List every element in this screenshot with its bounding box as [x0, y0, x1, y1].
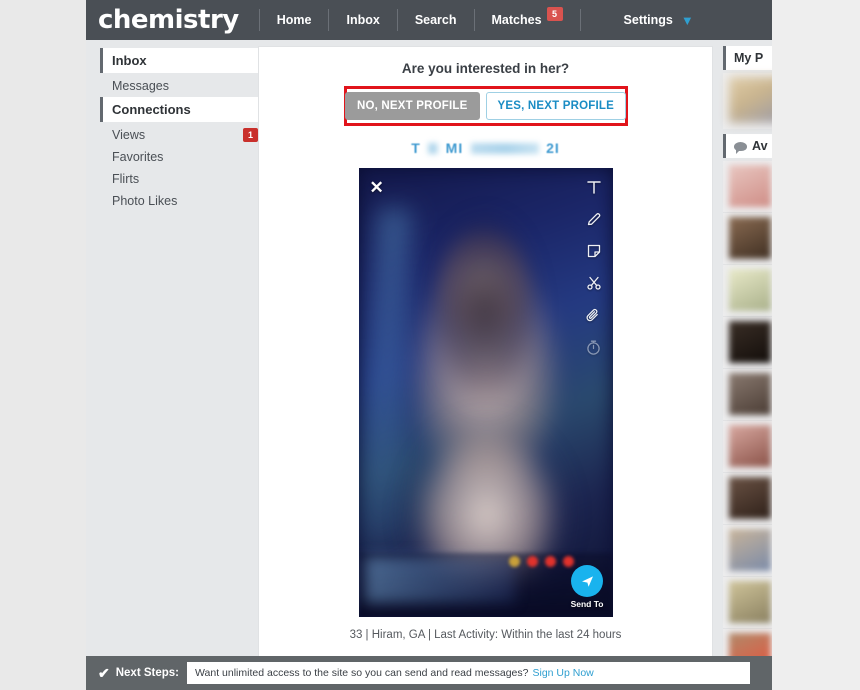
send-arrow-icon	[571, 565, 604, 597]
scissors-crop-icon[interactable]	[584, 273, 604, 293]
profile-name-suffix: 2I	[546, 140, 560, 156]
left-sidebar: Inbox Messages Connections Views 1 Favor…	[100, 48, 264, 212]
avatar-thumb-6[interactable]	[729, 425, 771, 467]
avatar-thumb-2[interactable]	[729, 217, 771, 259]
avatar-thumb-7[interactable]	[729, 477, 771, 519]
sidebar-header-connections[interactable]: Connections	[100, 97, 264, 122]
avatar-thumb-row	[723, 421, 772, 473]
photo-bottom-thumbnail-blur	[364, 557, 515, 603]
send-to-button[interactable]: Send To	[571, 565, 604, 609]
right-gutter	[772, 0, 860, 690]
matches-badge: 5	[546, 7, 563, 21]
site-viewport: chemistry Home Inbox Search Matches 5 Se…	[86, 0, 772, 690]
sidebar-item-favorites-label: Favorites	[112, 150, 164, 164]
sidebar-item-messages[interactable]: Messages	[100, 75, 264, 97]
next-steps-label: Next Steps:	[115, 667, 180, 679]
avatar-thumb-5[interactable]	[729, 373, 771, 415]
right-sidebar-header-my-profile[interactable]: My P	[723, 46, 772, 70]
views-badge: 1	[242, 128, 258, 142]
nav-item-settings-label: Settings	[623, 13, 673, 27]
sidebar-item-flirts-label: Flirts	[112, 172, 140, 186]
screenshot-root: chemistry Home Inbox Search Matches 5 Se…	[0, 0, 860, 690]
interest-question: Are you interested in her?	[401, 61, 570, 76]
avatar-thumb-4[interactable]	[729, 321, 771, 363]
avatar-thumb-9[interactable]	[729, 581, 771, 623]
sidebar-item-flirts[interactable]: Flirts	[100, 168, 264, 190]
photo-status-dot-2	[526, 556, 538, 567]
nav-item-settings[interactable]: Settings ▼	[607, 0, 711, 40]
nav-item-inbox-label: Inbox	[346, 13, 380, 27]
nav-item-matches-label: Matches	[491, 13, 542, 27]
right-sidebar-header-available[interactable]: Av	[723, 134, 772, 158]
profile-photo[interactable]: ✕ Send To	[358, 168, 613, 617]
avatar-thumb-row	[723, 577, 772, 629]
next-steps-message: Want unlimited access to the site so you…	[195, 667, 529, 679]
yes-next-profile-button[interactable]: YES, NEXT PROFILE	[485, 92, 627, 120]
sidebar-header-inbox-label: Inbox	[112, 53, 147, 68]
avatar-thumb-row	[723, 213, 772, 265]
nav-item-search[interactable]: Search	[398, 0, 474, 40]
right-sidebar-available-label: Av	[752, 139, 768, 153]
right-sidebar: My P Av	[723, 46, 772, 690]
sidebar-item-views-label: Views	[112, 128, 146, 142]
profile-name-redacted[interactable]: T MI 2I	[259, 140, 712, 158]
chat-bubble-icon	[734, 141, 747, 154]
nav-item-home[interactable]: Home	[260, 0, 329, 40]
nav-item-home-label: Home	[276, 13, 312, 27]
available-thumbnail-list	[723, 161, 772, 690]
profile-meta-line: 33 | Hiram, GA | Last Activity: Within t…	[349, 629, 622, 641]
close-x-icon[interactable]: ✕	[370, 179, 384, 196]
profile-name-prefix: T	[411, 140, 421, 156]
photo-tool-palette	[584, 177, 604, 357]
text-tool-icon[interactable]	[584, 177, 604, 197]
avatar-thumb-1[interactable]	[729, 165, 771, 207]
profile-name-redaction-2	[470, 143, 539, 155]
sidebar-item-messages-label: Messages	[112, 79, 169, 93]
profile-name-middle: MI	[445, 140, 464, 156]
nav-item-matches[interactable]: Matches 5	[475, 0, 580, 40]
avatar-thumb-row	[723, 369, 772, 421]
avatar-thumb-row	[723, 473, 772, 525]
next-steps-bar: ✔ Next Steps: Want unlimited access to t…	[86, 656, 772, 690]
sticker-icon[interactable]	[584, 241, 604, 261]
check-icon: ✔	[98, 664, 110, 681]
nav-item-search-label: Search	[414, 13, 457, 27]
next-steps-message-box: Want unlimited access to the site so you…	[187, 662, 750, 684]
page-body: Inbox Messages Connections Views 1 Favor…	[86, 40, 772, 690]
photo-status-dot-3	[544, 556, 556, 567]
send-to-label: Send To	[570, 599, 604, 609]
avatar-thumb-row	[723, 161, 772, 213]
sign-up-now-link[interactable]: Sign Up Now	[532, 667, 593, 679]
nav-item-inbox[interactable]: Inbox	[329, 0, 396, 40]
sidebar-item-views[interactable]: Views 1	[100, 124, 264, 146]
sidebar-header-connections-label: Connections	[112, 102, 191, 117]
left-gutter	[0, 0, 86, 690]
sidebar-header-inbox[interactable]: Inbox	[100, 48, 264, 73]
avatar-thumb-8[interactable]	[729, 529, 771, 571]
paperclip-attach-icon[interactable]	[584, 305, 604, 325]
sidebar-item-photo-likes-label: Photo Likes	[112, 194, 178, 208]
avatar-thumb-row	[723, 317, 772, 369]
my-profile-avatar[interactable]	[729, 77, 772, 123]
top-navigation-bar: chemistry Home Inbox Search Matches 5 Se…	[86, 0, 772, 40]
chevron-down-icon: ▼	[680, 12, 694, 28]
timer-icon[interactable]	[584, 337, 604, 357]
avatar-thumb-3[interactable]	[729, 269, 771, 311]
annotation-box-buttons: NO, NEXT PROFILE YES, NEXT PROFILE	[343, 86, 628, 126]
site-logo[interactable]: chemistry	[98, 7, 239, 33]
avatar-thumb-row	[723, 265, 772, 317]
sidebar-item-favorites[interactable]: Favorites	[100, 146, 264, 168]
main-content-panel: Are you interested in her? NO, NEXT PROF…	[258, 46, 713, 658]
avatar-thumb-row	[723, 525, 772, 577]
nav-divider	[579, 9, 581, 31]
no-next-profile-button[interactable]: NO, NEXT PROFILE	[344, 92, 480, 120]
profile-name-redaction-1	[428, 143, 439, 155]
pencil-draw-icon[interactable]	[584, 209, 604, 229]
sidebar-item-photo-likes[interactable]: Photo Likes	[100, 190, 264, 212]
right-sidebar-my-profile-label: My P	[734, 51, 764, 65]
my-profile-thumbnail-block	[723, 73, 772, 129]
photo-status-dot-1	[508, 556, 520, 567]
